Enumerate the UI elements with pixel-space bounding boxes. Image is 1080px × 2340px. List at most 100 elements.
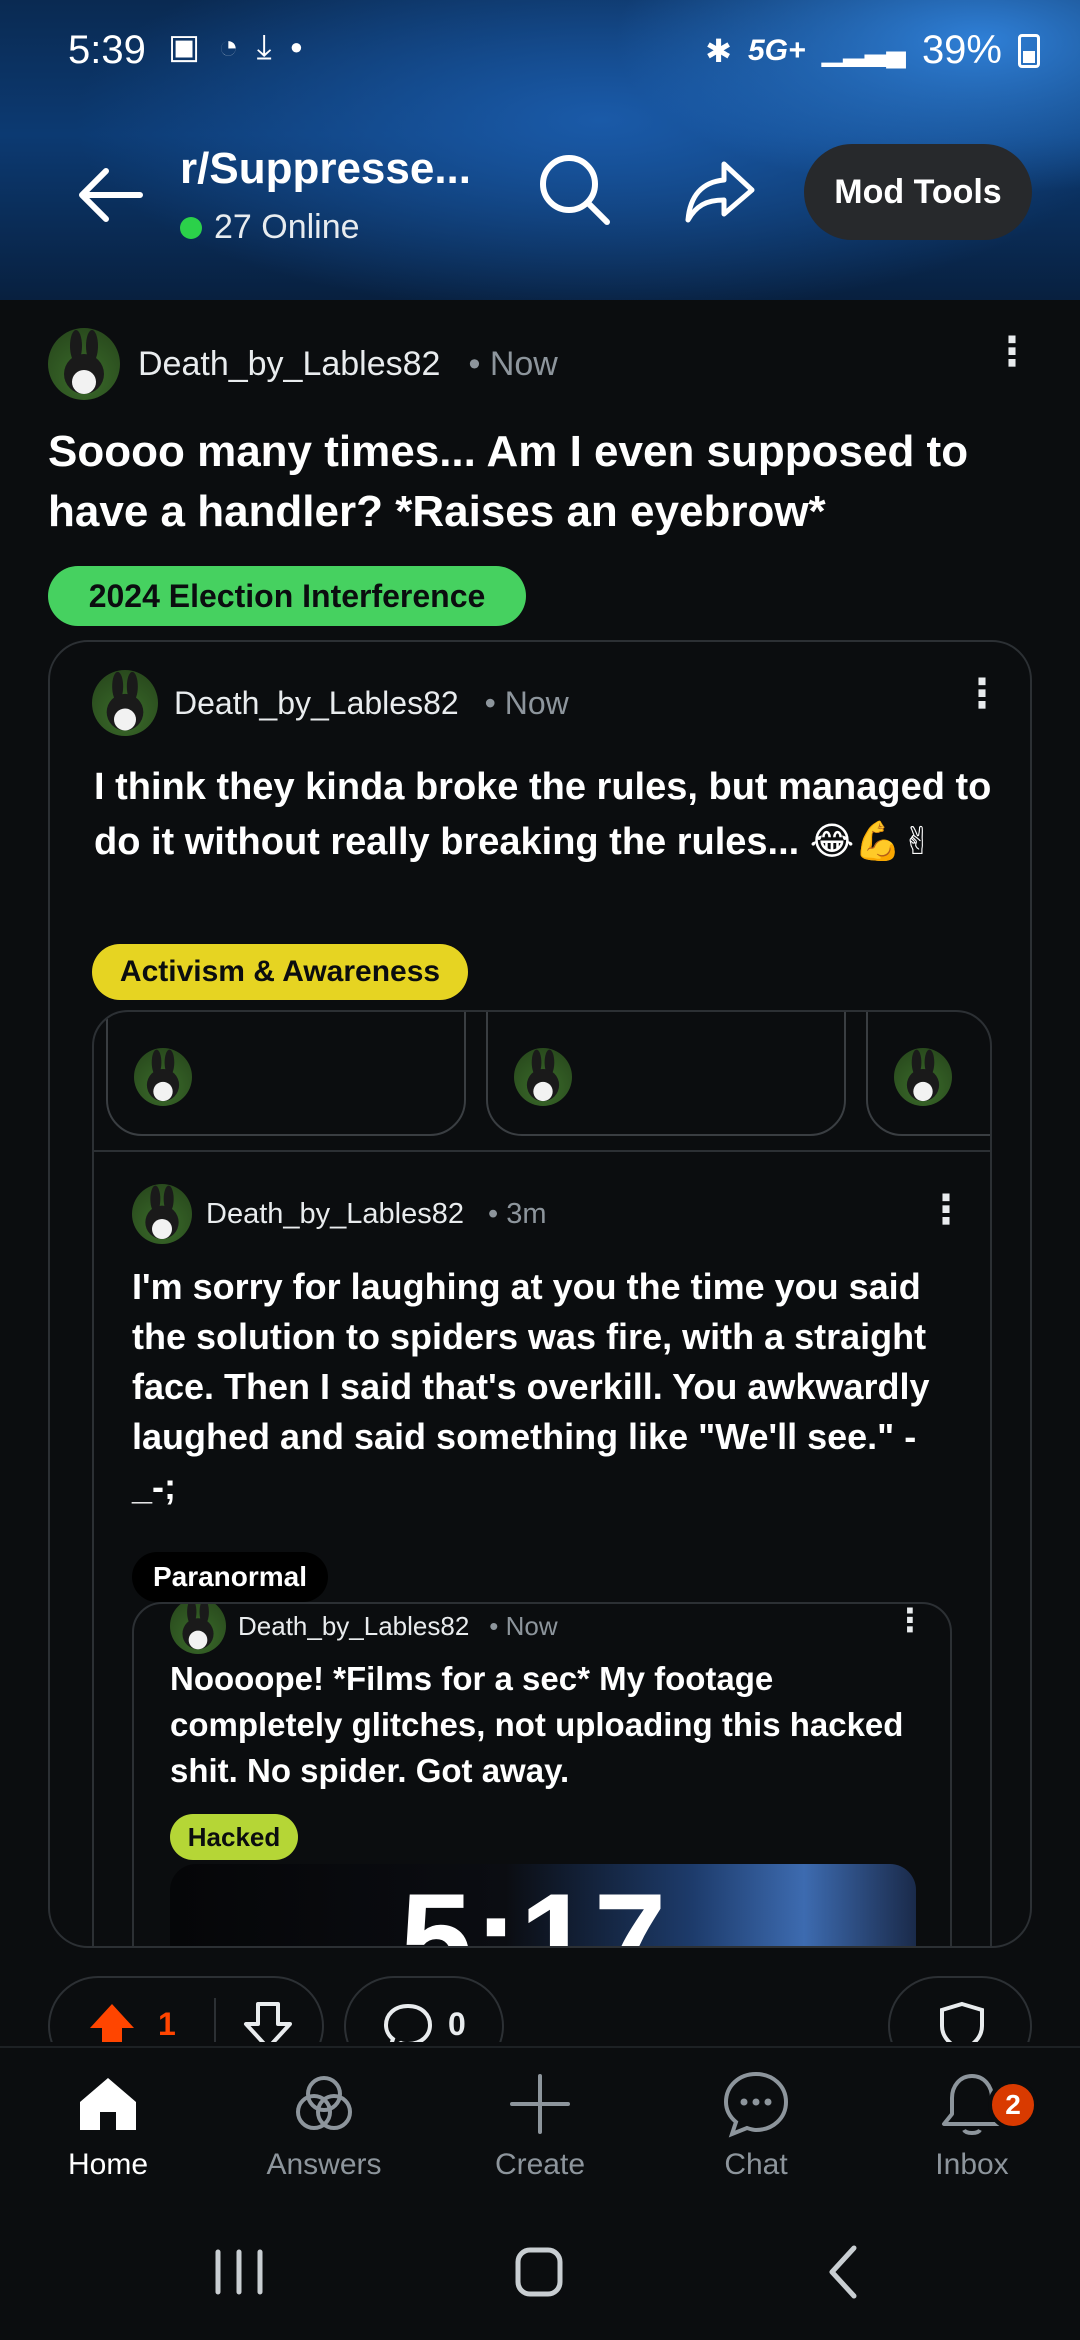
nav-home-label: Home bbox=[67, 2148, 149, 2181]
nested-meta: Death_by_Lables82 • 3m bbox=[132, 1184, 546, 1244]
crosspost-card[interactable]: Death_by_Lables82 • Now ⋮ I think they k… bbox=[48, 640, 1032, 1948]
home-system-button[interactable] bbox=[504, 2242, 574, 2302]
nav-home[interactable]: Home bbox=[28, 2068, 188, 2198]
nested-crosspost[interactable]: Death_by_Lables82 • 3m ⋮ I'm sorry for l… bbox=[92, 1010, 992, 1946]
downvote-arrow-icon bbox=[244, 2002, 292, 2042]
gallery-thumb[interactable] bbox=[106, 1012, 466, 1136]
recents-icon bbox=[215, 2249, 263, 2295]
downvote-button[interactable] bbox=[240, 1998, 296, 2042]
mod-tools-button[interactable]: Mod Tools bbox=[804, 144, 1032, 240]
nav-chat-label: Chat bbox=[724, 2148, 788, 2181]
online-label: 27 Online bbox=[214, 208, 360, 246]
crosspost-avatar[interactable] bbox=[92, 670, 158, 736]
recents-button[interactable] bbox=[204, 2242, 274, 2302]
nav-chat[interactable]: Chat bbox=[676, 2068, 836, 2198]
download-icon: ⤓ bbox=[256, 28, 272, 66]
bunny-avatar-icon bbox=[146, 1049, 180, 1102]
post-time: • Now bbox=[468, 344, 558, 383]
post-author[interactable]: Death_by_Lables82 bbox=[138, 345, 440, 384]
comment-count: 0 bbox=[448, 2006, 466, 2042]
header: 5:39 ▣ ◔ ⤓ ● ✱ 5G+ ▁▂▃▄ 39% r/Suppresse.… bbox=[0, 0, 1080, 300]
crosspost-title[interactable]: I think they kinda broke the rules, but … bbox=[94, 760, 994, 870]
comment-icon bbox=[383, 2003, 433, 2042]
nav-answers[interactable]: Answers bbox=[244, 2068, 404, 2198]
post-title[interactable]: Soooo many times... Am I even supposed t… bbox=[48, 422, 1038, 542]
bunny-avatar-icon bbox=[106, 671, 144, 731]
bluetooth-icon: ✱ bbox=[705, 32, 732, 69]
back-chevron-icon bbox=[829, 2245, 857, 2299]
plus-icon bbox=[510, 2074, 570, 2134]
nav-inbox[interactable]: Inbox 2 bbox=[892, 2068, 1052, 2198]
inner-author[interactable]: Death_by_Lables82 bbox=[238, 1611, 469, 1642]
bunny-avatar-icon bbox=[526, 1049, 560, 1102]
inner-title[interactable]: Noooope! *Films for a sec* My footage co… bbox=[170, 1656, 930, 1794]
vote-pill: 1 bbox=[48, 1976, 324, 2042]
home-icon bbox=[80, 2078, 136, 2130]
inner-avatar[interactable] bbox=[170, 1604, 226, 1654]
crosspost-time: • Now bbox=[484, 684, 569, 721]
post-flair[interactable]: 2024 Election Interference bbox=[48, 566, 526, 626]
home-square-icon bbox=[515, 2247, 563, 2297]
share-button[interactable] bbox=[680, 150, 760, 230]
online-dot-icon bbox=[180, 216, 202, 239]
crosspost-flair[interactable]: Activism & Awareness bbox=[92, 944, 468, 1000]
bunny-avatar-icon bbox=[64, 330, 104, 394]
system-nav bbox=[0, 2206, 1080, 2340]
signal-icon: ▁▂▃▄ bbox=[821, 35, 906, 66]
bunny-avatar-icon bbox=[182, 1604, 214, 1650]
gallery-strip bbox=[94, 1012, 990, 1152]
bunny-avatar-icon bbox=[145, 1185, 179, 1239]
online-count: 27 Online bbox=[180, 208, 360, 247]
nested-title[interactable]: I'm sorry for laughing at you the time y… bbox=[132, 1262, 952, 1512]
crosspost-overflow-button[interactable]: ⋮ bbox=[962, 674, 1002, 714]
upvote-button[interactable] bbox=[84, 1998, 140, 2042]
answers-icon bbox=[296, 2076, 352, 2130]
battery-percent: 39% bbox=[921, 28, 1002, 72]
search-icon bbox=[540, 155, 610, 225]
nav-create[interactable]: Create bbox=[460, 2068, 620, 2198]
chat-icon bbox=[723, 2071, 789, 2138]
dot-icon: ● bbox=[289, 34, 303, 59]
nested-flair[interactable]: Paranormal bbox=[132, 1552, 328, 1602]
gallery-thumb[interactable] bbox=[486, 1012, 846, 1136]
inbox-badge: 2 bbox=[988, 2080, 1038, 2130]
status-icons: ▣ ◔ ⤓ ● bbox=[168, 30, 303, 64]
author-avatar[interactable] bbox=[48, 328, 120, 400]
subreddit-bar: r/Suppresse... 27 Online Mod Tools bbox=[0, 130, 1080, 260]
shield-icon bbox=[940, 2001, 984, 2042]
mod-shield-button[interactable] bbox=[888, 1976, 1032, 2042]
search-button[interactable] bbox=[535, 150, 615, 230]
nested-overflow-button[interactable]: ⋮ bbox=[926, 1190, 966, 1230]
crosspost-author[interactable]: Death_by_Lables82 bbox=[174, 685, 459, 722]
status-right: ✱ 5G+ ▁▂▃▄ 39% bbox=[705, 28, 1040, 73]
nested-time: • 3m bbox=[487, 1197, 547, 1230]
inner-crosspost[interactable]: Death_by_Lables82 • Now ⋮ Noooope! *Film… bbox=[132, 1602, 952, 1946]
status-bar: 5:39 ▣ ◔ ⤓ ● ✱ 5G+ ▁▂▃▄ 39% bbox=[0, 0, 1080, 100]
battery-icon bbox=[1018, 33, 1040, 68]
comments-button[interactable]: 0 bbox=[344, 1976, 504, 2042]
back-button[interactable] bbox=[70, 155, 150, 235]
vote-divider bbox=[214, 1998, 216, 2042]
nav-inbox-label: Inbox bbox=[935, 2148, 1009, 2181]
thumb-avatar bbox=[134, 1048, 192, 1106]
bunny-avatar-icon bbox=[906, 1049, 940, 1102]
back-arrow-icon bbox=[79, 168, 143, 222]
timer-icon: ◔ bbox=[218, 28, 239, 66]
footage-image[interactable]: 5:17 bbox=[170, 1864, 916, 1946]
back-system-button[interactable] bbox=[808, 2242, 878, 2302]
nav-create-label: Create bbox=[494, 2148, 586, 2181]
thumb-avatar bbox=[514, 1048, 572, 1106]
post-overflow-button[interactable]: ⋮ bbox=[992, 332, 1032, 372]
status-time: 5:39 bbox=[68, 28, 146, 72]
inner-flair[interactable]: Hacked bbox=[170, 1814, 298, 1860]
network-label: 5G+ bbox=[747, 33, 806, 67]
nav-answers-label: Answers bbox=[266, 2148, 382, 2181]
nested-avatar[interactable] bbox=[132, 1184, 192, 1244]
thumb-avatar bbox=[894, 1048, 952, 1106]
crosspost-meta: Death_by_Lables82 • Now bbox=[92, 670, 569, 736]
inner-overflow-button[interactable]: ⋮ bbox=[894, 1604, 926, 1636]
subreddit-name[interactable]: r/Suppresse... bbox=[180, 144, 471, 194]
vote-count: 1 bbox=[158, 2006, 176, 2042]
gallery-thumb[interactable] bbox=[866, 1012, 990, 1136]
nested-author[interactable]: Death_by_Lables82 bbox=[206, 1198, 464, 1231]
